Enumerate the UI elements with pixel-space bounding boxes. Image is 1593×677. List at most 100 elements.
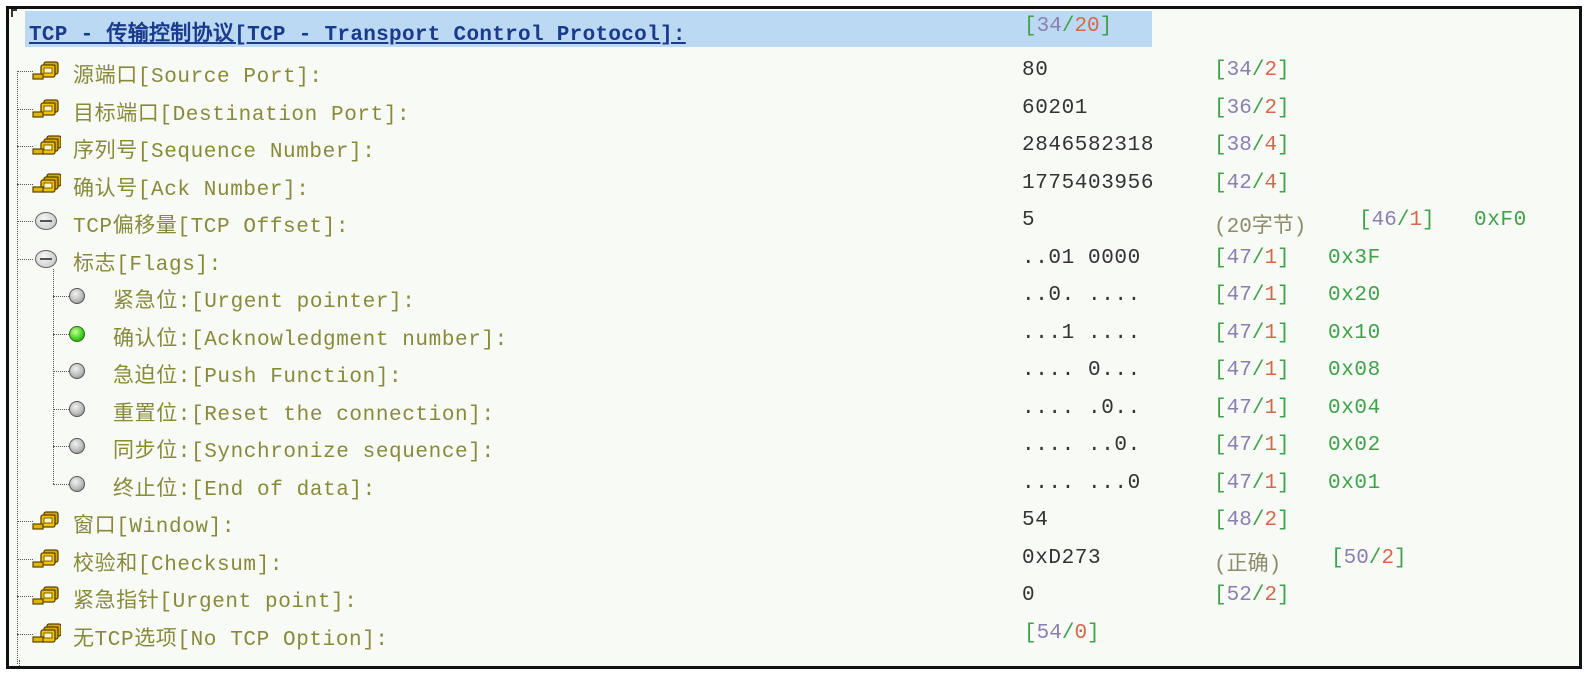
field-position: [47/1] xyxy=(1214,396,1290,420)
field-label: TCP偏移量[TCP Offset]: xyxy=(73,216,350,239)
field-hex: 0x08 xyxy=(1328,359,1381,382)
field-length: 1 xyxy=(1264,359,1278,382)
field-position: [34/2] xyxy=(1214,59,1290,82)
field-value: 54 xyxy=(1022,509,1049,532)
field-length: 1 xyxy=(1264,284,1278,307)
key-stack-icon xyxy=(31,172,62,196)
field-value: 80 xyxy=(1022,59,1049,82)
field-length: 1 xyxy=(1264,434,1278,457)
field-value: ..01 0000 xyxy=(1022,246,1141,270)
field-offset: 47 xyxy=(1226,471,1252,495)
tree-connector xyxy=(17,221,33,222)
tcp-header-position: [34/20] xyxy=(1024,15,1113,38)
tcp-header-label[interactable]: TCP - 传输控制协议[TCP - Transport Control Pro… xyxy=(29,17,686,47)
field-offset: 46 xyxy=(1371,209,1397,232)
field-value: .... ...0 xyxy=(1022,471,1141,495)
gray-dot-icon xyxy=(69,363,85,379)
field-label: 无TCP选项[No TCP Option]: xyxy=(73,628,389,652)
field-value: 5 xyxy=(1022,209,1036,232)
tree-guide-flags xyxy=(53,268,54,484)
field-length: 2 xyxy=(1264,584,1278,607)
field-position: [54/0] xyxy=(1024,621,1100,645)
tree-row[interactable]: 标志[Flags]: ..01 0000 [47/1] 0x3F xyxy=(9,241,1579,277)
tree-row[interactable]: 紧急位:[Urgent pointer]: ..0. .... [47/1] 0x20 xyxy=(9,278,1579,314)
field-value: 0 xyxy=(1022,584,1036,607)
field-position: [46/1] xyxy=(1359,209,1435,232)
tree-row[interactable]: 无TCP选项[No TCP Option]: [54/0] xyxy=(9,616,1579,652)
field-label: 确认号[Ack Number]: xyxy=(73,178,310,202)
field-length: 1 xyxy=(1264,396,1278,420)
tree-row[interactable]: 重置位:[Reset the connection]: .... .0.. [47/… xyxy=(9,391,1579,427)
tree-row[interactable]: 终止位:[End of data]: .... ...0 [47/1] 0x01 xyxy=(9,466,1579,502)
field-value: ..0. .... xyxy=(1022,284,1141,307)
field-hex: 0x10 xyxy=(1328,321,1381,345)
tree-row-tcp-header[interactable]: TCP - 传输控制协议[TCP - Transport Control Pro… xyxy=(9,9,1579,47)
field-position: [47/1] xyxy=(1214,321,1290,345)
tree-row[interactable]: 序列号[Sequence Number]: 2846582318 [38/4] xyxy=(9,128,1579,164)
field-hex: 0x04 xyxy=(1328,396,1381,420)
field-label: 终止位:[End of data]: xyxy=(113,478,376,502)
gray-dot-icon xyxy=(69,400,85,417)
tree-connector xyxy=(17,258,33,260)
field-position: [38/4] xyxy=(1214,134,1290,157)
collapse-minus-icon[interactable] xyxy=(35,249,57,268)
field-offset: 52 xyxy=(1226,584,1252,607)
field-label: 确认位:[Acknowledgment number]: xyxy=(113,328,508,352)
field-value: .... 0... xyxy=(1022,359,1141,382)
field-length: 2 xyxy=(1264,96,1278,120)
field-position: [50/2] xyxy=(1331,546,1407,570)
collapse-minus-icon[interactable] xyxy=(35,212,57,230)
field-offset: 47 xyxy=(1226,321,1252,345)
field-position: [47/1] xyxy=(1214,434,1290,457)
field-offset: 47 xyxy=(1226,246,1252,270)
field-length: 1 xyxy=(1409,209,1423,232)
field-value: 0xD273 xyxy=(1022,546,1102,570)
field-position: [47/1] xyxy=(1214,284,1290,307)
field-offset: 34 xyxy=(1226,59,1252,82)
tree-row[interactable]: 源端口[Source Port]: 80 [34/2] xyxy=(9,53,1579,89)
tree-connector xyxy=(53,296,69,297)
tree-row[interactable]: 急迫位:[Push Function]: .... 0... [47/1] 0x08 xyxy=(9,353,1579,389)
gray-dot-icon xyxy=(69,438,85,454)
key-stack-icon xyxy=(31,622,62,646)
field-length: 1 xyxy=(1264,471,1278,495)
field-position: [36/2] xyxy=(1214,96,1290,120)
tree-connector xyxy=(53,333,69,335)
tree-row[interactable]: 校验和[Checksum]: 0xD273 (正确) [50/2] xyxy=(9,541,1579,577)
field-value: ...1 .... xyxy=(1022,321,1141,345)
field-value: .... .0.. xyxy=(1022,396,1141,420)
field-label: 同步位:[Synchronize sequence]: xyxy=(113,441,495,464)
field-offset: 47 xyxy=(1226,359,1252,382)
field-length: 4 xyxy=(1264,134,1278,157)
field-offset: 47 xyxy=(1226,396,1252,420)
field-label: 源端口[Source Port]: xyxy=(73,66,323,89)
field-label: 标志[Flags]: xyxy=(73,253,222,277)
field-length: 2 xyxy=(1381,546,1395,570)
field-label: 急迫位:[Push Function]: xyxy=(113,366,403,389)
field-hex: 0x02 xyxy=(1328,434,1381,457)
tree-row[interactable]: 确认号[Ack Number]: 1775403956 [42/4] xyxy=(9,166,1579,202)
tree-row[interactable]: 目标端口[Destination Port]: 60201 [36/2] xyxy=(9,91,1579,127)
field-offset: 47 xyxy=(1226,284,1252,307)
tree-row[interactable]: TCP偏移量[TCP Offset]: 5 (20字节) [46/1] 0xF0 xyxy=(9,203,1579,239)
tree-row[interactable]: 同步位:[Synchronize sequence]: .... ..0. [47/… xyxy=(9,428,1579,464)
field-hex: 0x01 xyxy=(1328,471,1381,495)
field-offset: 42 xyxy=(1226,171,1252,195)
field-label: 紧急指针[Urgent point]: xyxy=(73,591,358,614)
field-label: 目标端口[Destination Port]: xyxy=(73,103,411,127)
field-note: (20字节) xyxy=(1214,216,1307,239)
field-label: 序列号[Sequence Number]: xyxy=(73,141,376,164)
field-length: 0 xyxy=(1074,621,1088,645)
key-pair-icon xyxy=(31,97,61,121)
field-value: .... ..0. xyxy=(1022,434,1141,457)
field-offset: 47 xyxy=(1226,434,1252,457)
field-value: 60201 xyxy=(1022,96,1089,120)
tree-guide-main xyxy=(17,71,18,664)
tree-row[interactable]: 窗口[Window]: 54 [48/2] xyxy=(9,503,1579,539)
field-position: [42/4] xyxy=(1214,171,1290,195)
field-offset: 48 xyxy=(1226,509,1252,532)
field-length: 2 xyxy=(1264,59,1278,82)
tree-row[interactable]: 紧急指针[Urgent point]: 0 [52/2] xyxy=(9,578,1579,614)
key-stack-icon xyxy=(31,134,62,158)
tree-row[interactable]: 确认位:[Acknowledgment number]: ...1 .... [47… xyxy=(9,316,1579,352)
